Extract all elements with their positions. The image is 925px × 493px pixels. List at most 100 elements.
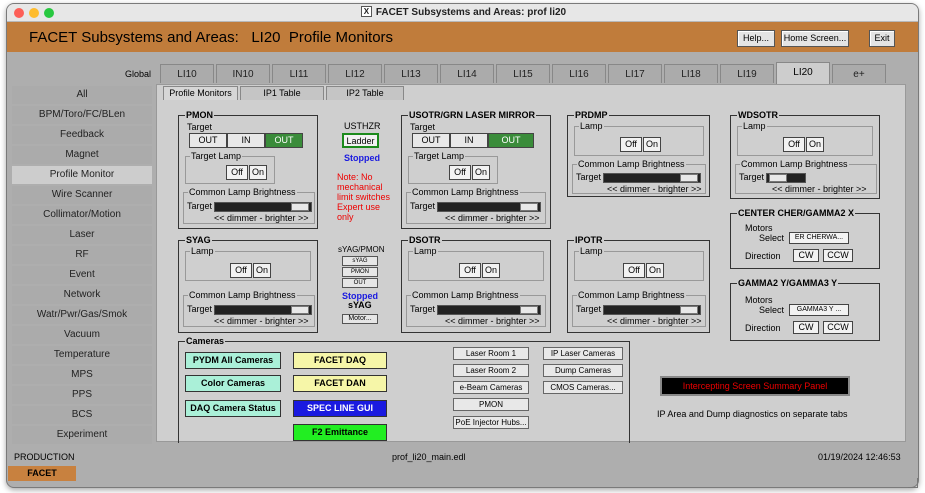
usotr-brightness-slider[interactable] xyxy=(437,202,541,212)
sidebar-item-event[interactable]: Event xyxy=(12,266,152,284)
pmon-cameras-button[interactable]: PMON xyxy=(453,398,529,411)
facet-daq-button[interactable]: FACET DAQ xyxy=(293,352,387,369)
tab-li17[interactable]: LI17 xyxy=(608,64,662,83)
tab-e-plus[interactable]: e+ xyxy=(832,64,886,83)
prdmp-lamp-on-button[interactable]: On xyxy=(643,137,661,152)
sidebar-item-network[interactable]: Network xyxy=(12,286,152,304)
resize-grip-icon[interactable] xyxy=(908,478,918,488)
ebeam-cameras-button[interactable]: e-Beam Cameras xyxy=(453,381,529,394)
intercepting-screen-summary-button[interactable]: Intercepting Screen Summary Panel xyxy=(660,376,850,396)
gamma2-select-dropdown[interactable]: GAMMA3 Y ... xyxy=(789,304,849,316)
usthzr-ladder-button[interactable]: Ladder xyxy=(342,133,379,148)
wdsotr-brightness-slider[interactable] xyxy=(766,173,806,183)
ipotr-lamp-off-button[interactable]: Off xyxy=(623,263,645,278)
tab-li14[interactable]: LI14 xyxy=(440,64,494,83)
tab-ip2-table[interactable]: IP2 Table xyxy=(326,86,404,100)
center-select-dropdown[interactable]: ER CHERWA... xyxy=(789,232,849,244)
slider-thumb[interactable] xyxy=(520,203,538,211)
slider-thumb[interactable] xyxy=(680,174,698,182)
poe-injector-hubs-button[interactable]: PoE Injector Hubs... xyxy=(453,416,529,429)
sidebar-item-all[interactable]: All xyxy=(12,86,152,104)
tab-ip1-table[interactable]: IP1 Table xyxy=(240,86,324,100)
pmon-lamp-on-button[interactable]: On xyxy=(249,165,267,180)
slider-thumb[interactable] xyxy=(680,306,698,314)
sidebar-item-magnet[interactable]: Magnet xyxy=(12,146,152,164)
prdmp-brightness-slider[interactable] xyxy=(603,173,701,183)
ip-laser-cameras-button[interactable]: IP Laser Cameras xyxy=(543,347,623,360)
home-screen-button[interactable]: Home Screen... xyxy=(781,30,849,47)
sidebar-item-feedback[interactable]: Feedback xyxy=(12,126,152,144)
center-ccw-button[interactable]: CCW xyxy=(823,249,853,262)
sidebar-item-mps[interactable]: MPS xyxy=(12,366,152,384)
facet-dan-button[interactable]: FACET DAN xyxy=(293,375,387,392)
pydm-all-cameras-button[interactable]: PYDM All Cameras xyxy=(185,352,281,369)
syag-pmon-pmon-button[interactable]: PMON xyxy=(342,267,378,277)
usotr-in-button[interactable]: IN xyxy=(450,133,488,148)
tab-li11[interactable]: LI11 xyxy=(272,64,326,83)
help-button[interactable]: Help... xyxy=(737,30,775,47)
sidebar-item-rf[interactable]: RF xyxy=(12,246,152,264)
dump-cameras-button[interactable]: Dump Cameras xyxy=(543,364,623,377)
pmon-out-button[interactable]: OUT xyxy=(189,133,227,148)
laser-room-1-button[interactable]: Laser Room 1 xyxy=(453,347,529,360)
slider-thumb[interactable] xyxy=(291,306,309,314)
sidebar-item-experiment[interactable]: Experiment xyxy=(12,426,152,444)
zoom-window-icon[interactable] xyxy=(44,8,54,18)
ipotr-lamp-on-button[interactable]: On xyxy=(646,263,664,278)
laser-room-2-button[interactable]: Laser Room 2 xyxy=(453,364,529,377)
f2-emittance-button[interactable]: F2 Emittance xyxy=(293,424,387,441)
cmos-cameras-button[interactable]: CMOS Cameras... xyxy=(543,381,623,394)
sidebar-item-water[interactable]: Watr/Pwr/Gas/Smok xyxy=(12,306,152,324)
sidebar-item-collimator[interactable]: Collimator/Motion xyxy=(12,206,152,224)
gamma2-cw-button[interactable]: CW xyxy=(793,321,819,334)
sidebar-item-pps[interactable]: PPS xyxy=(12,386,152,404)
wdsotr-lamp-on-button[interactable]: On xyxy=(806,137,824,152)
usotr-lamp-on-button[interactable]: On xyxy=(472,165,490,180)
facet-button[interactable]: FACET xyxy=(8,466,76,481)
dsotr-brightness-slider[interactable] xyxy=(437,305,541,315)
pmon-in-button[interactable]: IN xyxy=(227,133,265,148)
prdmp-lamp-off-button[interactable]: Off xyxy=(620,137,642,152)
tab-li18[interactable]: LI18 xyxy=(664,64,718,83)
slider-thumb[interactable] xyxy=(769,174,787,182)
minimize-window-icon[interactable] xyxy=(29,8,39,18)
color-cameras-button[interactable]: Color Cameras xyxy=(185,375,281,392)
ipotr-brightness-slider[interactable] xyxy=(603,305,701,315)
pmon-lamp-off-button[interactable]: Off xyxy=(226,165,248,180)
syag-motor-button[interactable]: Motor... xyxy=(342,314,378,324)
tab-li15[interactable]: LI15 xyxy=(496,64,550,83)
tab-profile-monitors[interactable]: Profile Monitors xyxy=(163,86,238,100)
syag-lamp-off-button[interactable]: Off xyxy=(230,263,252,278)
tab-li20[interactable]: LI20 xyxy=(776,62,830,84)
sidebar-item-vacuum[interactable]: Vacuum xyxy=(12,326,152,344)
wdsotr-lamp-off-button[interactable]: Off xyxy=(783,137,805,152)
dsotr-lamp-off-button[interactable]: Off xyxy=(459,263,481,278)
syag-pmon-syag-button[interactable]: sYAG xyxy=(342,256,378,266)
close-window-icon[interactable] xyxy=(14,8,24,18)
daq-camera-status-button[interactable]: DAQ Camera Status xyxy=(185,400,281,417)
usotr-out-button[interactable]: OUT xyxy=(412,133,450,148)
sidebar-item-temperature[interactable]: Temperature xyxy=(12,346,152,364)
slider-thumb[interactable] xyxy=(291,203,309,211)
exit-button[interactable]: Exit xyxy=(869,30,895,47)
tab-li10[interactable]: LI10 xyxy=(160,64,214,83)
sidebar-item-bcs[interactable]: BCS xyxy=(12,406,152,424)
tab-li12[interactable]: LI12 xyxy=(328,64,382,83)
sidebar-item-laser[interactable]: Laser xyxy=(12,226,152,244)
pmon-brightness-slider[interactable] xyxy=(214,202,312,212)
sidebar-item-bpm[interactable]: BPM/Toro/FC/BLen xyxy=(12,106,152,124)
tab-in10[interactable]: IN10 xyxy=(216,64,270,83)
usotr-lamp-off-button[interactable]: Off xyxy=(449,165,471,180)
sidebar-item-profile-monitor[interactable]: Profile Monitor xyxy=(12,166,152,184)
pmon-out-status[interactable]: OUT xyxy=(265,133,303,148)
syag-pmon-out-button[interactable]: OUT xyxy=(342,278,378,288)
center-cw-button[interactable]: CW xyxy=(793,249,819,262)
syag-brightness-slider[interactable] xyxy=(214,305,312,315)
tab-li16[interactable]: LI16 xyxy=(552,64,606,83)
dsotr-lamp-on-button[interactable]: On xyxy=(482,263,500,278)
spec-line-gui-button[interactable]: SPEC LINE GUI xyxy=(293,400,387,417)
gamma2-ccw-button[interactable]: CCW xyxy=(823,321,853,334)
tab-li19[interactable]: LI19 xyxy=(720,64,774,83)
sidebar-item-wire-scanner[interactable]: Wire Scanner xyxy=(12,186,152,204)
syag-lamp-on-button[interactable]: On xyxy=(253,263,271,278)
